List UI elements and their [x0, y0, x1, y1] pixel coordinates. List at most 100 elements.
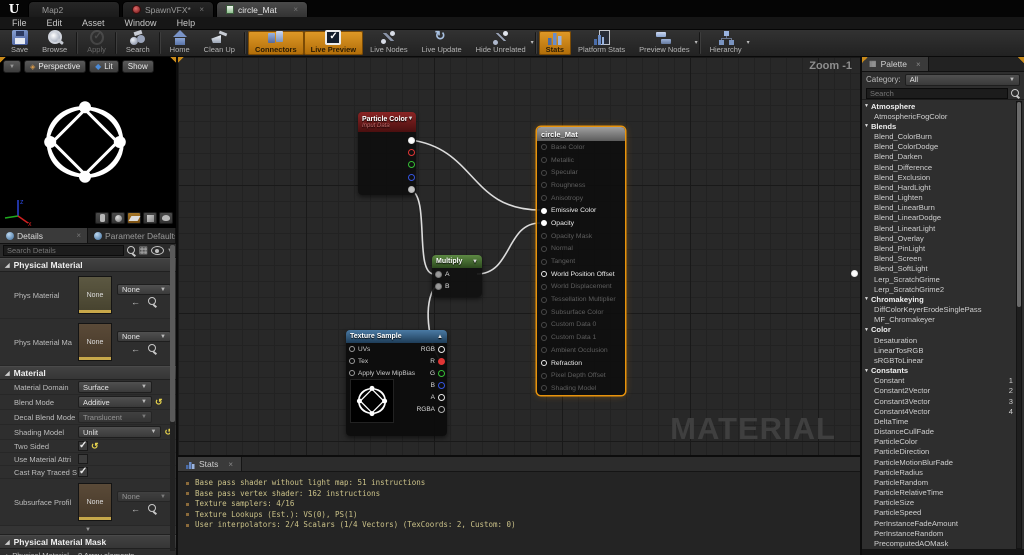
- toolbar-button[interactable]: Live Preview ▾: [303, 30, 364, 55]
- expand-advanced-button[interactable]: ▼: [0, 526, 176, 535]
- toolbar-button[interactable]: ▾: [76, 32, 79, 54]
- palette-item[interactable]: ▼ Blend_ColorBurn: [862, 132, 1017, 142]
- use-selected-icon[interactable]: ←: [131, 344, 140, 353]
- node-multiply[interactable]: Multiply ▼ A B: [432, 255, 482, 297]
- reset-to-default-icon[interactable]: ↺: [91, 441, 99, 451]
- use-selected-icon[interactable]: ←: [131, 297, 140, 306]
- toolbar-button[interactable]: Apply ▾: [80, 30, 113, 55]
- close-icon[interactable]: ×: [916, 60, 921, 69]
- texture-sample-output-pin[interactable]: [438, 405, 445, 413]
- browse-to-asset-icon[interactable]: [148, 344, 157, 353]
- palette-scrollbar[interactable]: [1016, 101, 1022, 549]
- asset-dropdown[interactable]: None ▼: [117, 331, 171, 342]
- material-input-pin[interactable]: [541, 245, 547, 252]
- palette-item[interactable]: ▼ Atmosphere: [862, 101, 1017, 111]
- multiply-input-pin[interactable]: [435, 282, 442, 290]
- preview-mesh-button[interactable]: [127, 212, 141, 224]
- toolbar-button[interactable]: Search ▾: [119, 31, 157, 55]
- cast-ray-traced-shadows-checkbox[interactable]: [78, 466, 88, 477]
- menu-item[interactable]: Edit: [47, 18, 63, 28]
- window-tab[interactable]: SpawnVFX* ×: [122, 1, 214, 17]
- material-preview-viewport[interactable]: ▼ ◈ Perspective ◆ Lit Show z x: [0, 57, 176, 228]
- use-selected-icon[interactable]: ←: [131, 504, 140, 513]
- reset-to-default-icon[interactable]: ↺: [155, 397, 163, 407]
- palette-item[interactable]: ▼ DiffColorKeyerErodeSinglePass: [862, 304, 1017, 314]
- texture-sample-output-pin[interactable]: [438, 381, 445, 389]
- a-output-pin[interactable]: [408, 186, 415, 194]
- palette-item[interactable]: ▼ DeltaTime: [862, 416, 1017, 426]
- g-output-pin[interactable]: [408, 161, 415, 169]
- close-icon[interactable]: ×: [199, 5, 204, 14]
- chevron-down-icon[interactable]: ▾: [747, 39, 750, 46]
- show-button[interactable]: Show: [121, 60, 154, 73]
- b-output-pin[interactable]: [408, 173, 415, 181]
- section-physical-material[interactable]: ◢ Physical Material: [0, 258, 176, 272]
- palette-item[interactable]: ▼ Blend_LinearLight: [862, 223, 1017, 233]
- toolbar-button[interactable]: Connectors ▾: [247, 31, 304, 55]
- palette-item[interactable]: ▼ ParticleRandom: [862, 477, 1017, 487]
- texture-sample-input-pin[interactable]: [349, 358, 355, 364]
- node-circle-mat-result[interactable]: circle_Mat Base Color Metallic Specular …: [537, 127, 625, 395]
- close-icon[interactable]: ×: [228, 460, 233, 469]
- palette-item[interactable]: ▼ Blend_ColorDodge: [862, 142, 1017, 152]
- palette-item[interactable]: ▼ Blend_PinLight: [862, 243, 1017, 253]
- asset-thumbnail[interactable]: None: [78, 276, 112, 314]
- toolbar-button[interactable]: Platform Stats ▾: [571, 30, 632, 55]
- menu-item[interactable]: Asset: [82, 18, 105, 28]
- browse-to-asset-icon[interactable]: [148, 504, 157, 513]
- tab-parameter-defaults[interactable]: Parameter Defaults ×: [88, 228, 176, 243]
- material-input-pin[interactable]: [541, 296, 547, 303]
- palette-item[interactable]: ▼ AtmosphericFogColor: [862, 111, 1017, 121]
- palette-item[interactable]: ▼ PrecomputedAOMask: [862, 538, 1017, 548]
- material-input-pin[interactable]: [541, 360, 547, 367]
- perspective-button[interactable]: ◈ Perspective: [23, 60, 87, 73]
- material-domain-dropdown[interactable]: Surface ▼: [78, 381, 152, 393]
- palette-item[interactable]: ▼ ParticleRadius: [862, 467, 1017, 477]
- toolbar-button[interactable]: ▾: [243, 32, 246, 54]
- tab-palette[interactable]: ▦ Palette ×: [862, 57, 929, 71]
- material-input-pin[interactable]: [541, 347, 547, 354]
- preview-mesh-button[interactable]: [159, 212, 173, 224]
- toolbar-button[interactable]: ▾: [114, 32, 117, 54]
- section-material[interactable]: ◢ Material: [0, 366, 176, 380]
- palette-item[interactable]: ▼ MF_Chromakeyer: [862, 315, 1017, 325]
- blend-mode-dropdown[interactable]: Additive ▼: [78, 396, 152, 408]
- chevron-down-icon[interactable]: ▼: [472, 259, 478, 265]
- search-details-input[interactable]: [3, 245, 124, 256]
- node-texture-sample[interactable]: Texture Sample ▲ UVs Tex Apply View MipBi…: [346, 330, 447, 436]
- palette-item[interactable]: ▼ sRGBToLinear: [862, 355, 1017, 365]
- material-input-pin[interactable]: [541, 233, 547, 240]
- palette-item[interactable]: ▼ PerInstanceFadeAmount: [862, 518, 1017, 528]
- menu-item[interactable]: Window: [125, 18, 157, 28]
- material-input-pin[interactable]: [541, 385, 547, 392]
- palette-item[interactable]: ▼ Constant 1: [862, 376, 1017, 386]
- material-input-pin[interactable]: [541, 372, 547, 379]
- palette-item[interactable]: ▼ PerInstanceRandom: [862, 528, 1017, 538]
- texture-sample-input-pin[interactable]: [349, 370, 355, 376]
- chevron-up-icon[interactable]: ▲: [437, 334, 443, 340]
- toolbar-button[interactable]: ▾: [698, 32, 701, 54]
- material-graph-canvas[interactable]: Zoom -1 MATERIAL Particle Color ▼ Input D…: [178, 57, 860, 455]
- category-dropdown[interactable]: All ▼: [904, 73, 1020, 86]
- toolbar-button[interactable]: Live Nodes ▾: [363, 31, 415, 55]
- palette-item[interactable]: ▼ Blend_Overlay: [862, 233, 1017, 243]
- rgb-output-pin[interactable]: [408, 136, 415, 144]
- tab-stats[interactable]: Stats ×: [178, 457, 243, 471]
- browse-to-asset-icon[interactable]: [148, 297, 157, 306]
- palette-item[interactable]: ▼ Blend_Difference: [862, 162, 1017, 172]
- material-input-pin[interactable]: [541, 220, 547, 227]
- palette-item[interactable]: ▼ Desaturation: [862, 335, 1017, 345]
- use-material-attributes-checkbox[interactable]: [78, 454, 88, 464]
- toolbar-button[interactable]: ▾: [534, 32, 537, 54]
- close-icon[interactable]: ×: [76, 231, 81, 240]
- lit-button[interactable]: ◆ Lit: [89, 60, 119, 73]
- preview-mesh-button[interactable]: [111, 212, 125, 224]
- chevron-down-icon[interactable]: ▼: [408, 116, 414, 122]
- material-input-pin[interactable]: [541, 271, 547, 278]
- palette-item[interactable]: ▼ Blend_SoftLight: [862, 264, 1017, 274]
- texture-sample-output-pin[interactable]: [438, 369, 445, 377]
- column-view-icon[interactable]: ▦: [139, 245, 148, 256]
- toolbar-button[interactable]: Home ▾: [163, 30, 197, 55]
- material-input-pin[interactable]: [541, 182, 547, 189]
- palette-item[interactable]: ▼ Lerp_ScratchGrime: [862, 274, 1017, 284]
